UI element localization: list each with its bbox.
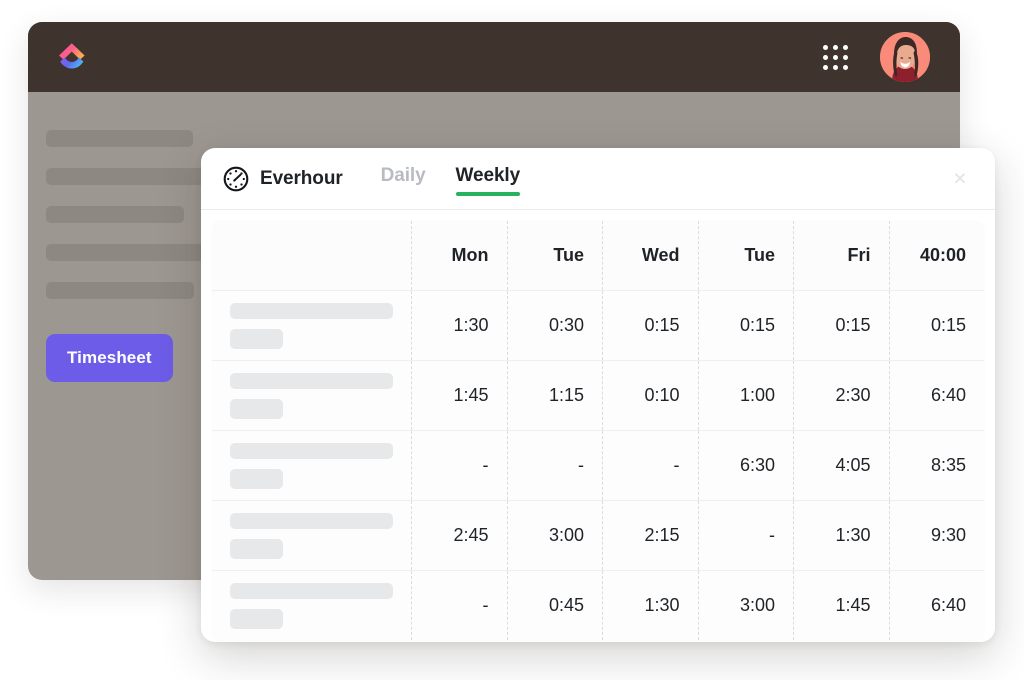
row-name-placeholder — [212, 431, 412, 501]
cell-wed[interactable]: 1:30 — [603, 571, 699, 641]
cell-wed[interactable]: 0:15 — [603, 291, 699, 361]
placeholder-bar-narrow — [230, 329, 283, 349]
cell-mon[interactable]: 2:45 — [412, 501, 508, 571]
placeholder-bar-wide — [230, 303, 393, 319]
everhour-brand-name: Everhour — [260, 168, 343, 190]
placeholder-bar-narrow — [230, 609, 283, 629]
cell-tue[interactable]: 0:45 — [507, 571, 603, 641]
row-name-placeholder — [212, 501, 412, 571]
panel-header: Everhour Daily Weekly × — [201, 148, 995, 210]
cell-mon[interactable]: 1:45 — [412, 361, 508, 431]
table-row: - - - 6:30 4:05 8:35 — [212, 431, 985, 501]
app-header-actions — [823, 30, 932, 84]
column-header-tue[interactable]: Tue — [507, 221, 603, 291]
everhour-clock-icon — [223, 166, 249, 192]
cell-total: 8:35 — [889, 431, 985, 501]
placeholder-bar-wide — [230, 513, 393, 529]
cell-tue-2[interactable]: 3:00 — [698, 571, 794, 641]
cell-tue-2[interactable]: 1:00 — [698, 361, 794, 431]
column-header-fri[interactable]: Fri — [794, 221, 890, 291]
tab-daily[interactable]: Daily — [381, 165, 426, 192]
table-row: 2:45 3:00 2:15 - 1:30 9:30 — [212, 501, 985, 571]
timesheet-table-body: 1:30 0:30 0:15 0:15 0:15 0:15 1:45 1: — [212, 291, 985, 641]
everhour-brand: Everhour — [223, 166, 343, 192]
placeholder-bar-narrow — [230, 399, 283, 419]
cell-tue[interactable]: - — [507, 431, 603, 501]
cell-tue[interactable]: 1:15 — [507, 361, 603, 431]
cell-mon[interactable]: 1:30 — [412, 291, 508, 361]
timesheet-table-wrapper: Mon Tue Wed Tue Fri 40:00 1:30 — [201, 210, 995, 642]
apps-grid-icon[interactable] — [823, 45, 848, 70]
skeleton-bar — [46, 244, 204, 261]
cell-fri[interactable]: 4:05 — [794, 431, 890, 501]
timesheet-button[interactable]: Timesheet — [46, 334, 173, 382]
cell-total: 0:15 — [889, 291, 985, 361]
placeholder-bar-wide — [230, 443, 393, 459]
cell-tue-2[interactable]: 6:30 — [698, 431, 794, 501]
timesheet-table: Mon Tue Wed Tue Fri 40:00 1:30 — [211, 220, 985, 641]
cell-fri[interactable]: 0:15 — [794, 291, 890, 361]
table-row: - 0:45 1:30 3:00 1:45 6:40 — [212, 571, 985, 641]
cell-tue-2[interactable]: 0:15 — [698, 291, 794, 361]
row-name-placeholder — [212, 291, 412, 361]
cell-wed[interactable]: 2:15 — [603, 501, 699, 571]
row-name-placeholder — [212, 571, 412, 641]
avatar[interactable] — [878, 30, 932, 84]
cell-tue[interactable]: 0:30 — [507, 291, 603, 361]
cell-wed[interactable]: 0:10 — [603, 361, 699, 431]
skeleton-bar — [46, 206, 184, 223]
app-header-bar — [28, 22, 960, 92]
placeholder-bar-wide — [230, 583, 393, 599]
skeleton-bar — [46, 130, 193, 147]
cell-total: 9:30 — [889, 501, 985, 571]
table-row: 1:30 0:30 0:15 0:15 0:15 0:15 — [212, 291, 985, 361]
column-header-wed[interactable]: Wed — [603, 221, 699, 291]
tab-weekly[interactable]: Weekly — [456, 165, 521, 192]
table-row: 1:45 1:15 0:10 1:00 2:30 6:40 — [212, 361, 985, 431]
cell-fri[interactable]: 2:30 — [794, 361, 890, 431]
screenshot-root: Timesheet — [0, 0, 1024, 680]
table-header-row: Mon Tue Wed Tue Fri 40:00 — [212, 221, 985, 291]
clickup-logo-icon[interactable] — [56, 40, 88, 74]
cell-tue[interactable]: 3:00 — [507, 501, 603, 571]
column-header-total: 40:00 — [889, 221, 985, 291]
skeleton-bar — [46, 282, 194, 299]
cell-wed[interactable]: - — [603, 431, 699, 501]
placeholder-bar-narrow — [230, 469, 283, 489]
row-name-placeholder — [212, 361, 412, 431]
cell-mon[interactable]: - — [412, 431, 508, 501]
cell-mon[interactable]: - — [412, 571, 508, 641]
column-header-mon[interactable]: Mon — [412, 221, 508, 291]
cell-total: 6:40 — [889, 571, 985, 641]
cell-fri[interactable]: 1:45 — [794, 571, 890, 641]
placeholder-bar-wide — [230, 373, 393, 389]
cell-tue-2[interactable]: - — [698, 501, 794, 571]
close-icon[interactable]: × — [947, 166, 973, 192]
everhour-panel: Everhour Daily Weekly × Mon Tue — [201, 148, 995, 642]
column-header-name — [212, 221, 412, 291]
cell-total: 6:40 — [889, 361, 985, 431]
cell-fri[interactable]: 1:30 — [794, 501, 890, 571]
placeholder-bar-narrow — [230, 539, 283, 559]
skeleton-bar — [46, 168, 206, 185]
column-header-tue-2[interactable]: Tue — [698, 221, 794, 291]
panel-tabs: Daily Weekly — [381, 165, 520, 192]
